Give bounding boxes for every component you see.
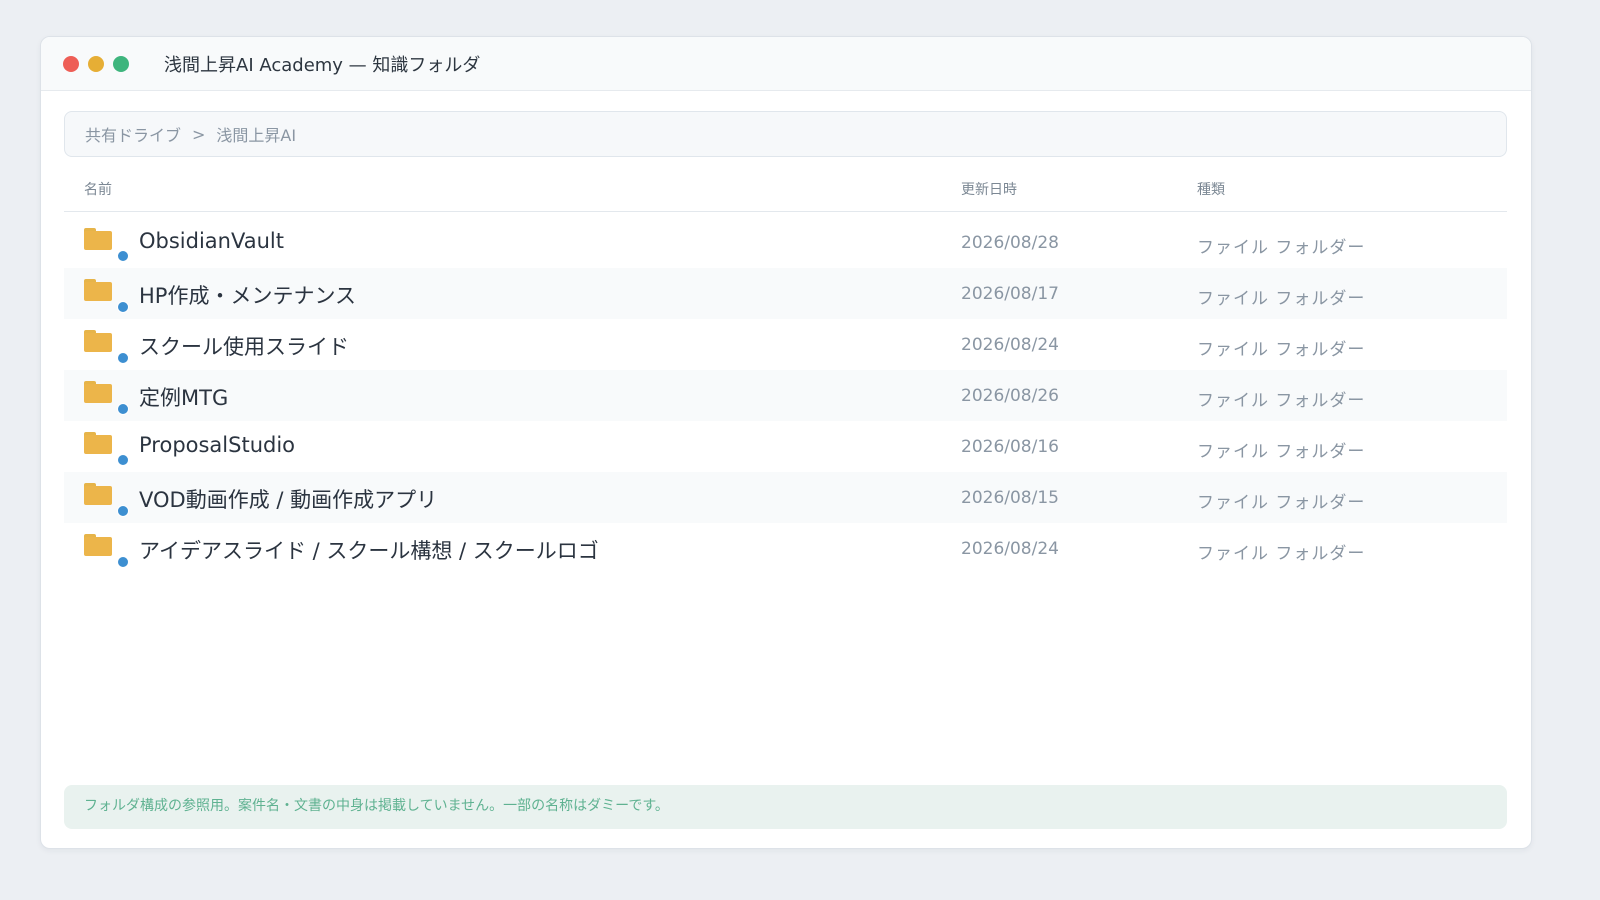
file-kind: ファイル フォルダー: [1197, 493, 1366, 513]
file-list: ObsidianVault 2026/08/28 ファイル フォルダー HP作成…: [64, 217, 1507, 574]
file-kind: ファイル フォルダー: [1197, 238, 1366, 258]
explorer-window: 浅間上昇AI Academy — 知識フォルダ 共有ドライブ > 浅間上昇AI …: [40, 36, 1532, 849]
file-kind: ファイル フォルダー: [1197, 442, 1366, 462]
sync-status-icon: [117, 403, 129, 415]
folder-icon: [84, 483, 112, 505]
file-row[interactable]: ObsidianVault 2026/08/28 ファイル フォルダー: [64, 217, 1507, 268]
file-name: 定例MTG: [139, 386, 229, 410]
footer-notice: フォルダ構成の参照用。案件名・文書の中身は掲載していません。一部の名称はダミーで…: [64, 785, 1507, 829]
breadcrumb-item-current[interactable]: 浅間上昇AI: [216, 122, 296, 146]
folder-icon: [84, 534, 112, 556]
file-name: VOD動画作成 / 動画作成アプリ: [139, 488, 438, 512]
file-row[interactable]: アイデアスライド / スクール構想 / スクールロゴ 2026/08/24 ファ…: [64, 523, 1507, 574]
file-modified: 2026/08/15: [961, 488, 1059, 508]
folder-icon: [84, 432, 112, 454]
column-header-name[interactable]: 名前: [84, 179, 112, 199]
file-row[interactable]: 定例MTG 2026/08/26 ファイル フォルダー: [64, 370, 1507, 421]
file-modified: 2026/08/17: [961, 284, 1059, 304]
file-name: HP作成・メンテナンス: [139, 284, 357, 308]
file-name: ProposalStudio: [139, 433, 296, 457]
sync-status-icon: [117, 301, 129, 313]
file-modified: 2026/08/26: [961, 386, 1059, 406]
folder-icon: [84, 279, 112, 301]
file-name: ObsidianVault: [139, 229, 284, 253]
file-kind: ファイル フォルダー: [1197, 544, 1366, 564]
sync-status-icon: [117, 454, 129, 466]
column-header-row: 名前 更新日時 種類: [64, 171, 1507, 212]
sync-status-icon: [117, 352, 129, 364]
folder-icon: [84, 228, 112, 250]
maximize-button[interactable]: [113, 55, 129, 72]
breadcrumb: 共有ドライブ > 浅間上昇AI: [64, 111, 1507, 157]
file-modified: 2026/08/28: [961, 233, 1059, 253]
file-modified: 2026/08/16: [961, 437, 1059, 457]
file-row[interactable]: HP作成・メンテナンス 2026/08/17 ファイル フォルダー: [64, 268, 1507, 319]
sync-status-icon: [117, 250, 129, 262]
file-modified: 2026/08/24: [961, 335, 1059, 355]
file-kind: ファイル フォルダー: [1197, 391, 1366, 411]
file-row[interactable]: VOD動画作成 / 動画作成アプリ 2026/08/15 ファイル フォルダー: [64, 472, 1507, 523]
close-button[interactable]: [63, 55, 79, 72]
file-row[interactable]: ProposalStudio 2026/08/16 ファイル フォルダー: [64, 421, 1507, 472]
folder-icon: [84, 381, 112, 403]
minimize-button[interactable]: [88, 55, 104, 72]
file-kind: ファイル フォルダー: [1197, 340, 1366, 360]
title-bar: 浅間上昇AI Academy — 知識フォルダ: [41, 37, 1531, 91]
file-row[interactable]: スクール使用スライド 2026/08/24 ファイル フォルダー: [64, 319, 1507, 370]
column-header-kind[interactable]: 種類: [1197, 179, 1225, 199]
column-header-modified[interactable]: 更新日時: [961, 179, 1017, 199]
sync-status-icon: [117, 556, 129, 568]
sync-status-icon: [117, 505, 129, 517]
file-kind: ファイル フォルダー: [1197, 289, 1366, 309]
window-title: 浅間上昇AI Academy — 知識フォルダ: [164, 54, 481, 76]
breadcrumb-separator: >: [192, 124, 206, 144]
breadcrumb-item-shared-drive[interactable]: 共有ドライブ: [85, 122, 181, 146]
folder-icon: [84, 330, 112, 352]
file-name: アイデアスライド / スクール構想 / スクールロゴ: [139, 539, 599, 563]
file-name: スクール使用スライド: [139, 335, 349, 359]
file-modified: 2026/08/24: [961, 539, 1059, 559]
